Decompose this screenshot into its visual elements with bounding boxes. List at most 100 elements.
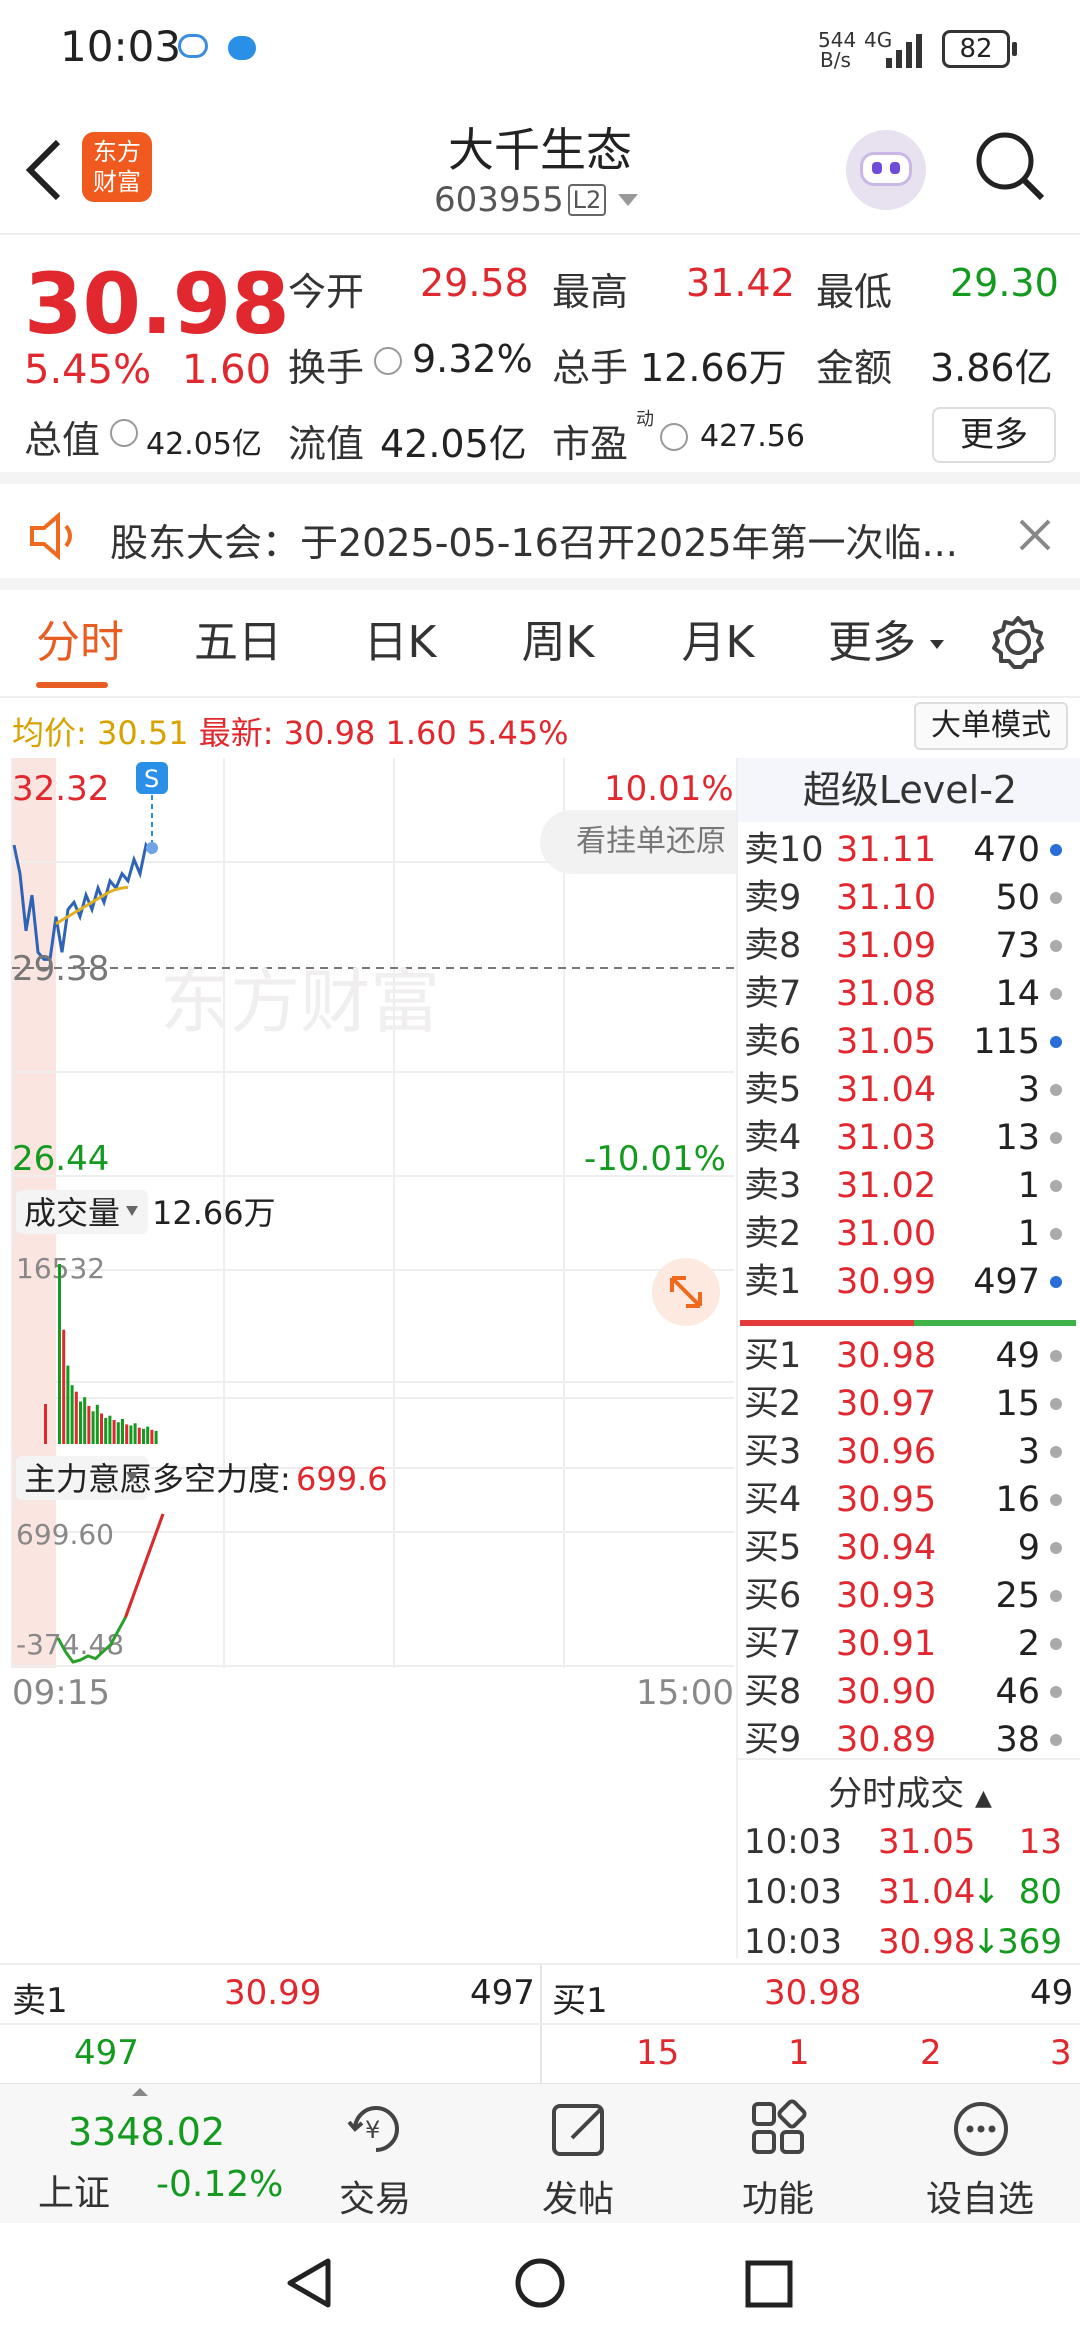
search-icon[interactable] xyxy=(974,130,1046,202)
bid-list: 买1 30.98 49 买2 30.97 15 买3 30.96 3 买4 30.95 16 买5 30.… xyxy=(738,1332,1080,1754)
robot-assistant-icon[interactable] xyxy=(846,130,926,210)
notice-bar[interactable]: 股东大会：于2025-05-16召开2025年第一次临... xyxy=(0,484,1080,590)
nav-add-watchlist-label: 设自选 xyxy=(925,2179,1034,2220)
high-value: 31.42 xyxy=(686,261,795,305)
level-price: 30.94 xyxy=(836,1528,937,1568)
level-label: 买3 xyxy=(744,1432,802,1472)
system-nav-bar xyxy=(0,2223,1080,2340)
ask-row[interactable]: 卖10 31.11 470 xyxy=(738,826,1068,874)
bid-row[interactable]: 买7 30.91 2 xyxy=(738,1620,1068,1668)
chart-info-line: 均价: 30.51 最新: 30.98 1.60 5.45% xyxy=(12,708,569,754)
tick-row: 10:03 31.05 13 xyxy=(738,1818,1068,1866)
level-label: 买4 xyxy=(744,1480,802,1520)
divider xyxy=(738,1758,1080,1760)
close-icon[interactable] xyxy=(1018,518,1052,552)
status-time: 10:03 xyxy=(60,22,182,71)
order-dot-icon xyxy=(1050,940,1062,952)
ask-row[interactable]: 卖8 31.09 73 xyxy=(738,922,1068,970)
ticks-title[interactable]: 分时成交 ▲ xyxy=(738,1766,1080,1815)
order-dot-icon xyxy=(1050,1590,1062,1602)
bid-row[interactable]: 买5 30.94 9 xyxy=(738,1524,1068,1572)
intraday-chart[interactable]: 东方财富 S 32.32 29.38 26.44 10.01% -10.01% … xyxy=(0,758,736,1718)
ask-row[interactable]: 卖7 31.08 14 xyxy=(738,970,1068,1018)
info-icon[interactable] xyxy=(110,419,138,447)
app-logo[interactable]: 东方 财富 xyxy=(82,132,152,202)
order-book: 超级Level-2 卖10 31.11 470 卖9 31.10 50 卖8 31.09 73 卖… xyxy=(736,758,1080,1962)
level-label: 卖8 xyxy=(744,926,802,966)
avg-value: 30.51 xyxy=(96,714,189,752)
ask-row[interactable]: 卖3 31.02 1 xyxy=(738,1162,1068,1210)
level-price: 31.05 xyxy=(836,1022,937,1062)
level-price: 30.97 xyxy=(836,1384,937,1424)
volume-bars xyxy=(44,1264,158,1444)
ask-row[interactable]: 卖4 31.03 13 xyxy=(738,1114,1068,1162)
dropdown-arrow-icon[interactable] xyxy=(616,192,640,208)
ticks-collapse-icon[interactable]: ▲ xyxy=(975,1786,992,1811)
volume-bar xyxy=(44,1404,47,1444)
settings-gear-icon[interactable] xyxy=(990,614,1046,670)
tab-intraday[interactable]: 分时 xyxy=(10,590,150,696)
volume-bar xyxy=(79,1401,82,1444)
ask-row[interactable]: 卖2 31.00 1 xyxy=(738,1210,1068,1258)
nav-add-watchlist[interactable]: 设自选 xyxy=(910,2084,1050,2224)
level-label: 卖1 xyxy=(744,1262,802,1302)
latest-percent: 5.45% xyxy=(466,714,569,752)
stock-name[interactable]: 大千生态 xyxy=(340,114,740,180)
bid-row[interactable]: 买9 30.89 38 xyxy=(738,1716,1068,1754)
stock-code[interactable]: 603955 xyxy=(434,180,564,220)
level-price: 31.00 xyxy=(836,1214,937,1254)
bid-row[interactable]: 买3 30.96 3 xyxy=(738,1428,1068,1476)
ask-row[interactable]: 卖6 31.05 115 xyxy=(738,1018,1068,1066)
level-label: 买7 xyxy=(744,1624,802,1664)
tick-volume: 369 xyxy=(997,1922,1062,1962)
bid-row[interactable]: 买6 30.93 25 xyxy=(738,1572,1068,1620)
bid-row[interactable]: 买1 30.98 49 xyxy=(738,1332,1068,1380)
pct-bottom-label: -10.01% xyxy=(584,1139,726,1179)
volume-bar xyxy=(100,1413,103,1444)
level2-badge[interactable]: L2 xyxy=(568,184,606,216)
turnover-value: 9.32% xyxy=(412,337,533,381)
more-button[interactable]: 更多 xyxy=(932,407,1056,463)
tab-five-day[interactable]: 五日 xyxy=(168,590,308,696)
nav-trade[interactable]: ¥ 交易 xyxy=(305,2084,445,2224)
volume-bar xyxy=(95,1404,99,1444)
change-amount: 1.60 xyxy=(182,347,272,393)
ask-row[interactable]: 卖5 31.04 3 xyxy=(738,1066,1068,1114)
system-back-icon[interactable] xyxy=(284,2257,334,2309)
back-icon[interactable] xyxy=(22,138,66,202)
status-bar: 10:03 544 B/s 4G 82 xyxy=(0,0,1080,100)
index-expand-icon[interactable] xyxy=(130,2086,150,2098)
bid-row[interactable]: 买2 30.97 15 xyxy=(738,1380,1068,1428)
tab-more-dropdown-icon[interactable] xyxy=(928,638,946,650)
order-book-title[interactable]: 超级Level-2 xyxy=(738,758,1080,822)
level-volume: 470 xyxy=(973,830,1040,870)
turnover-info-icon[interactable] xyxy=(374,347,402,375)
tick-row: 10:03 30.98 ↓ 369 xyxy=(738,1918,1068,1966)
volume-total: 12.66万 xyxy=(152,1194,276,1232)
index-name[interactable]: 上证 xyxy=(38,2164,110,2216)
level-price: 30.93 xyxy=(836,1576,937,1616)
level-label: 卖6 xyxy=(744,1022,802,1062)
ticks-title-text: 分时成交 xyxy=(828,1774,965,1814)
index-value[interactable]: 3348.02 xyxy=(68,2110,225,2154)
tab-weekly-k[interactable]: 周K xyxy=(488,590,628,696)
tab-monthly-k[interactable]: 月K xyxy=(648,590,788,696)
order-restore-overlay[interactable]: 看挂单还原 xyxy=(540,810,736,874)
index-change[interactable]: -0.12% xyxy=(156,2164,283,2205)
pe-info-icon[interactable] xyxy=(660,423,688,451)
level-price: 30.90 xyxy=(836,1672,937,1712)
nav-post[interactable]: 发帖 xyxy=(508,2084,648,2224)
tab-more[interactable]: 更多 xyxy=(812,590,932,696)
change-percent: 5.45% xyxy=(24,347,152,393)
system-recents-icon[interactable] xyxy=(744,2259,794,2309)
bid-row[interactable]: 买4 30.95 16 xyxy=(738,1476,1068,1524)
chat-notification-icon xyxy=(178,34,208,58)
tab-daily-k[interactable]: 日K xyxy=(330,590,470,696)
ask-row[interactable]: 卖9 31.10 50 xyxy=(738,874,1068,922)
big-order-mode-button[interactable]: 大单模式 xyxy=(914,702,1068,750)
system-home-icon[interactable] xyxy=(512,2255,568,2311)
bid-row[interactable]: 买8 30.90 46 xyxy=(738,1668,1068,1716)
nav-functions[interactable]: 功能 xyxy=(708,2084,848,2224)
level-price: 31.11 xyxy=(836,830,937,870)
ask-row[interactable]: 卖1 30.99 497 xyxy=(738,1258,1068,1306)
